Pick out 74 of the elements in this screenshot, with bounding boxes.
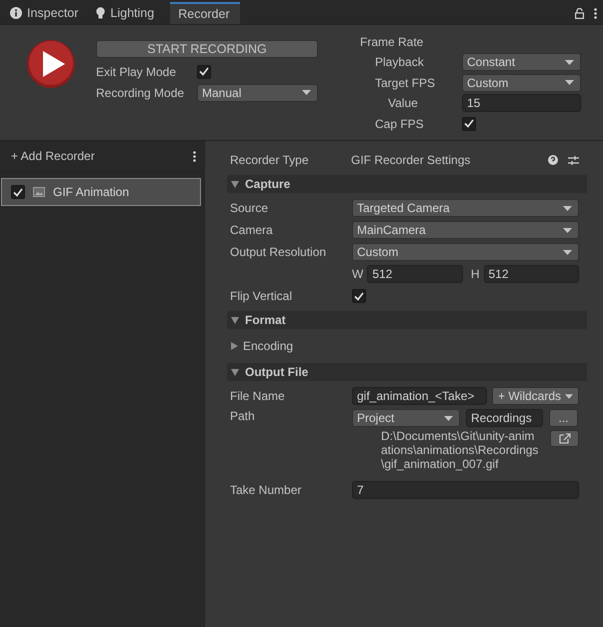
field-label: Source: [230, 201, 270, 215]
collapse-arrow-icon[interactable]: [231, 342, 238, 350]
field-label: Playback: [374, 55, 425, 70]
caret-icon: [565, 394, 573, 398]
dropdown[interactable]: Project: [352, 409, 460, 427]
input-field[interactable]: 512: [484, 265, 579, 283]
field-label: Camera: [230, 223, 274, 237]
dropdown[interactable]: Constant: [462, 53, 581, 72]
expand-arrow-icon[interactable]: [231, 316, 239, 324]
recorder-name: GIF Animation: [53, 185, 130, 199]
checkbox[interactable]: [197, 64, 211, 78]
browse-button[interactable]: ...: [549, 409, 578, 427]
checkbox[interactable]: [352, 289, 366, 303]
dropdown[interactable]: Manual: [197, 84, 318, 102]
caret-icon: [563, 206, 572, 210]
section-header[interactable]: Capture: [227, 175, 587, 193]
external-link-icon: [558, 433, 570, 444]
field-label: Target FPS: [374, 76, 436, 90]
field-label: Path: [230, 408, 256, 423]
tab[interactable]: Inspector: [2, 2, 88, 24]
expand-arrow-icon[interactable]: [231, 180, 239, 188]
open-folder-button[interactable]: [550, 430, 579, 447]
input-field[interactable]: 15: [462, 94, 581, 112]
tab[interactable]: Recorder: [170, 2, 240, 24]
checkbox[interactable]: [11, 185, 25, 199]
checkbox[interactable]: [462, 116, 476, 131]
field-label: Recording Mode: [96, 86, 186, 100]
more-options-icon[interactable]: [193, 150, 196, 162]
field-label: File Name: [230, 389, 286, 403]
field-label: Value: [387, 96, 419, 110]
dropdown[interactable]: Targeted Camera: [352, 199, 579, 217]
section-header[interactable]: Output File: [227, 363, 587, 381]
field-label: Recorder Type: [229, 152, 310, 169]
field-label: Flip Vertical: [230, 289, 294, 303]
foldout-label[interactable]: Encoding: [243, 339, 294, 353]
path-text: ations\animations\Recordings: [381, 443, 538, 457]
start-recording-button[interactable]: START RECORDING: [96, 40, 318, 58]
input-field[interactable]: 7: [352, 481, 579, 499]
field-label: Output Resolution: [230, 245, 328, 259]
caret-icon: [302, 90, 311, 95]
recorder-item[interactable]: GIF Animation: [1, 178, 201, 206]
section-label: Frame Rate: [360, 34, 424, 49]
preset-settings-icon[interactable]: [568, 154, 579, 166]
input-field[interactable]: Recordings: [466, 409, 543, 427]
caret-icon: [565, 60, 574, 65]
image-icon: [33, 187, 45, 197]
field-label: Exit Play Mode: [96, 64, 178, 78]
caret-icon: [563, 250, 572, 254]
path-text: D:\Documents\Git\unity-anim: [381, 429, 536, 443]
more-options-icon[interactable]: [594, 8, 597, 18]
caret-icon: [565, 80, 574, 86]
help-icon[interactable]: [548, 155, 558, 165]
field-label: H: [470, 267, 480, 281]
recorder-type-value: GIF Recorder Settings: [351, 153, 472, 167]
path-text: \gif_animation_007.gif: [381, 457, 500, 471]
tab[interactable]: Lighting: [88, 2, 164, 24]
light-bulb-icon: [96, 7, 106, 19]
wildcards-button[interactable]: + Wildcards: [492, 387, 579, 405]
dropdown[interactable]: MainCamera: [352, 221, 579, 239]
field-label: Cap FPS: [374, 116, 425, 131]
field-label: W: [352, 267, 364, 281]
input-field[interactable]: 512: [367, 265, 463, 283]
add-recorder-button[interactable]: + Add Recorder: [11, 149, 95, 163]
field-label: Take Number: [230, 483, 302, 497]
input-field[interactable]: gif_animation_<Take>: [352, 387, 487, 405]
caret-icon: [563, 228, 572, 232]
record-play-icon[interactable]: [26, 39, 76, 89]
lock-icon[interactable]: [575, 8, 584, 18]
section-header[interactable]: Format: [227, 311, 587, 329]
expand-arrow-icon[interactable]: [231, 368, 239, 376]
caret-icon: [444, 416, 453, 420]
dropdown[interactable]: Custom: [462, 74, 581, 92]
dropdown[interactable]: Custom: [352, 243, 579, 261]
info-icon: [10, 7, 22, 19]
